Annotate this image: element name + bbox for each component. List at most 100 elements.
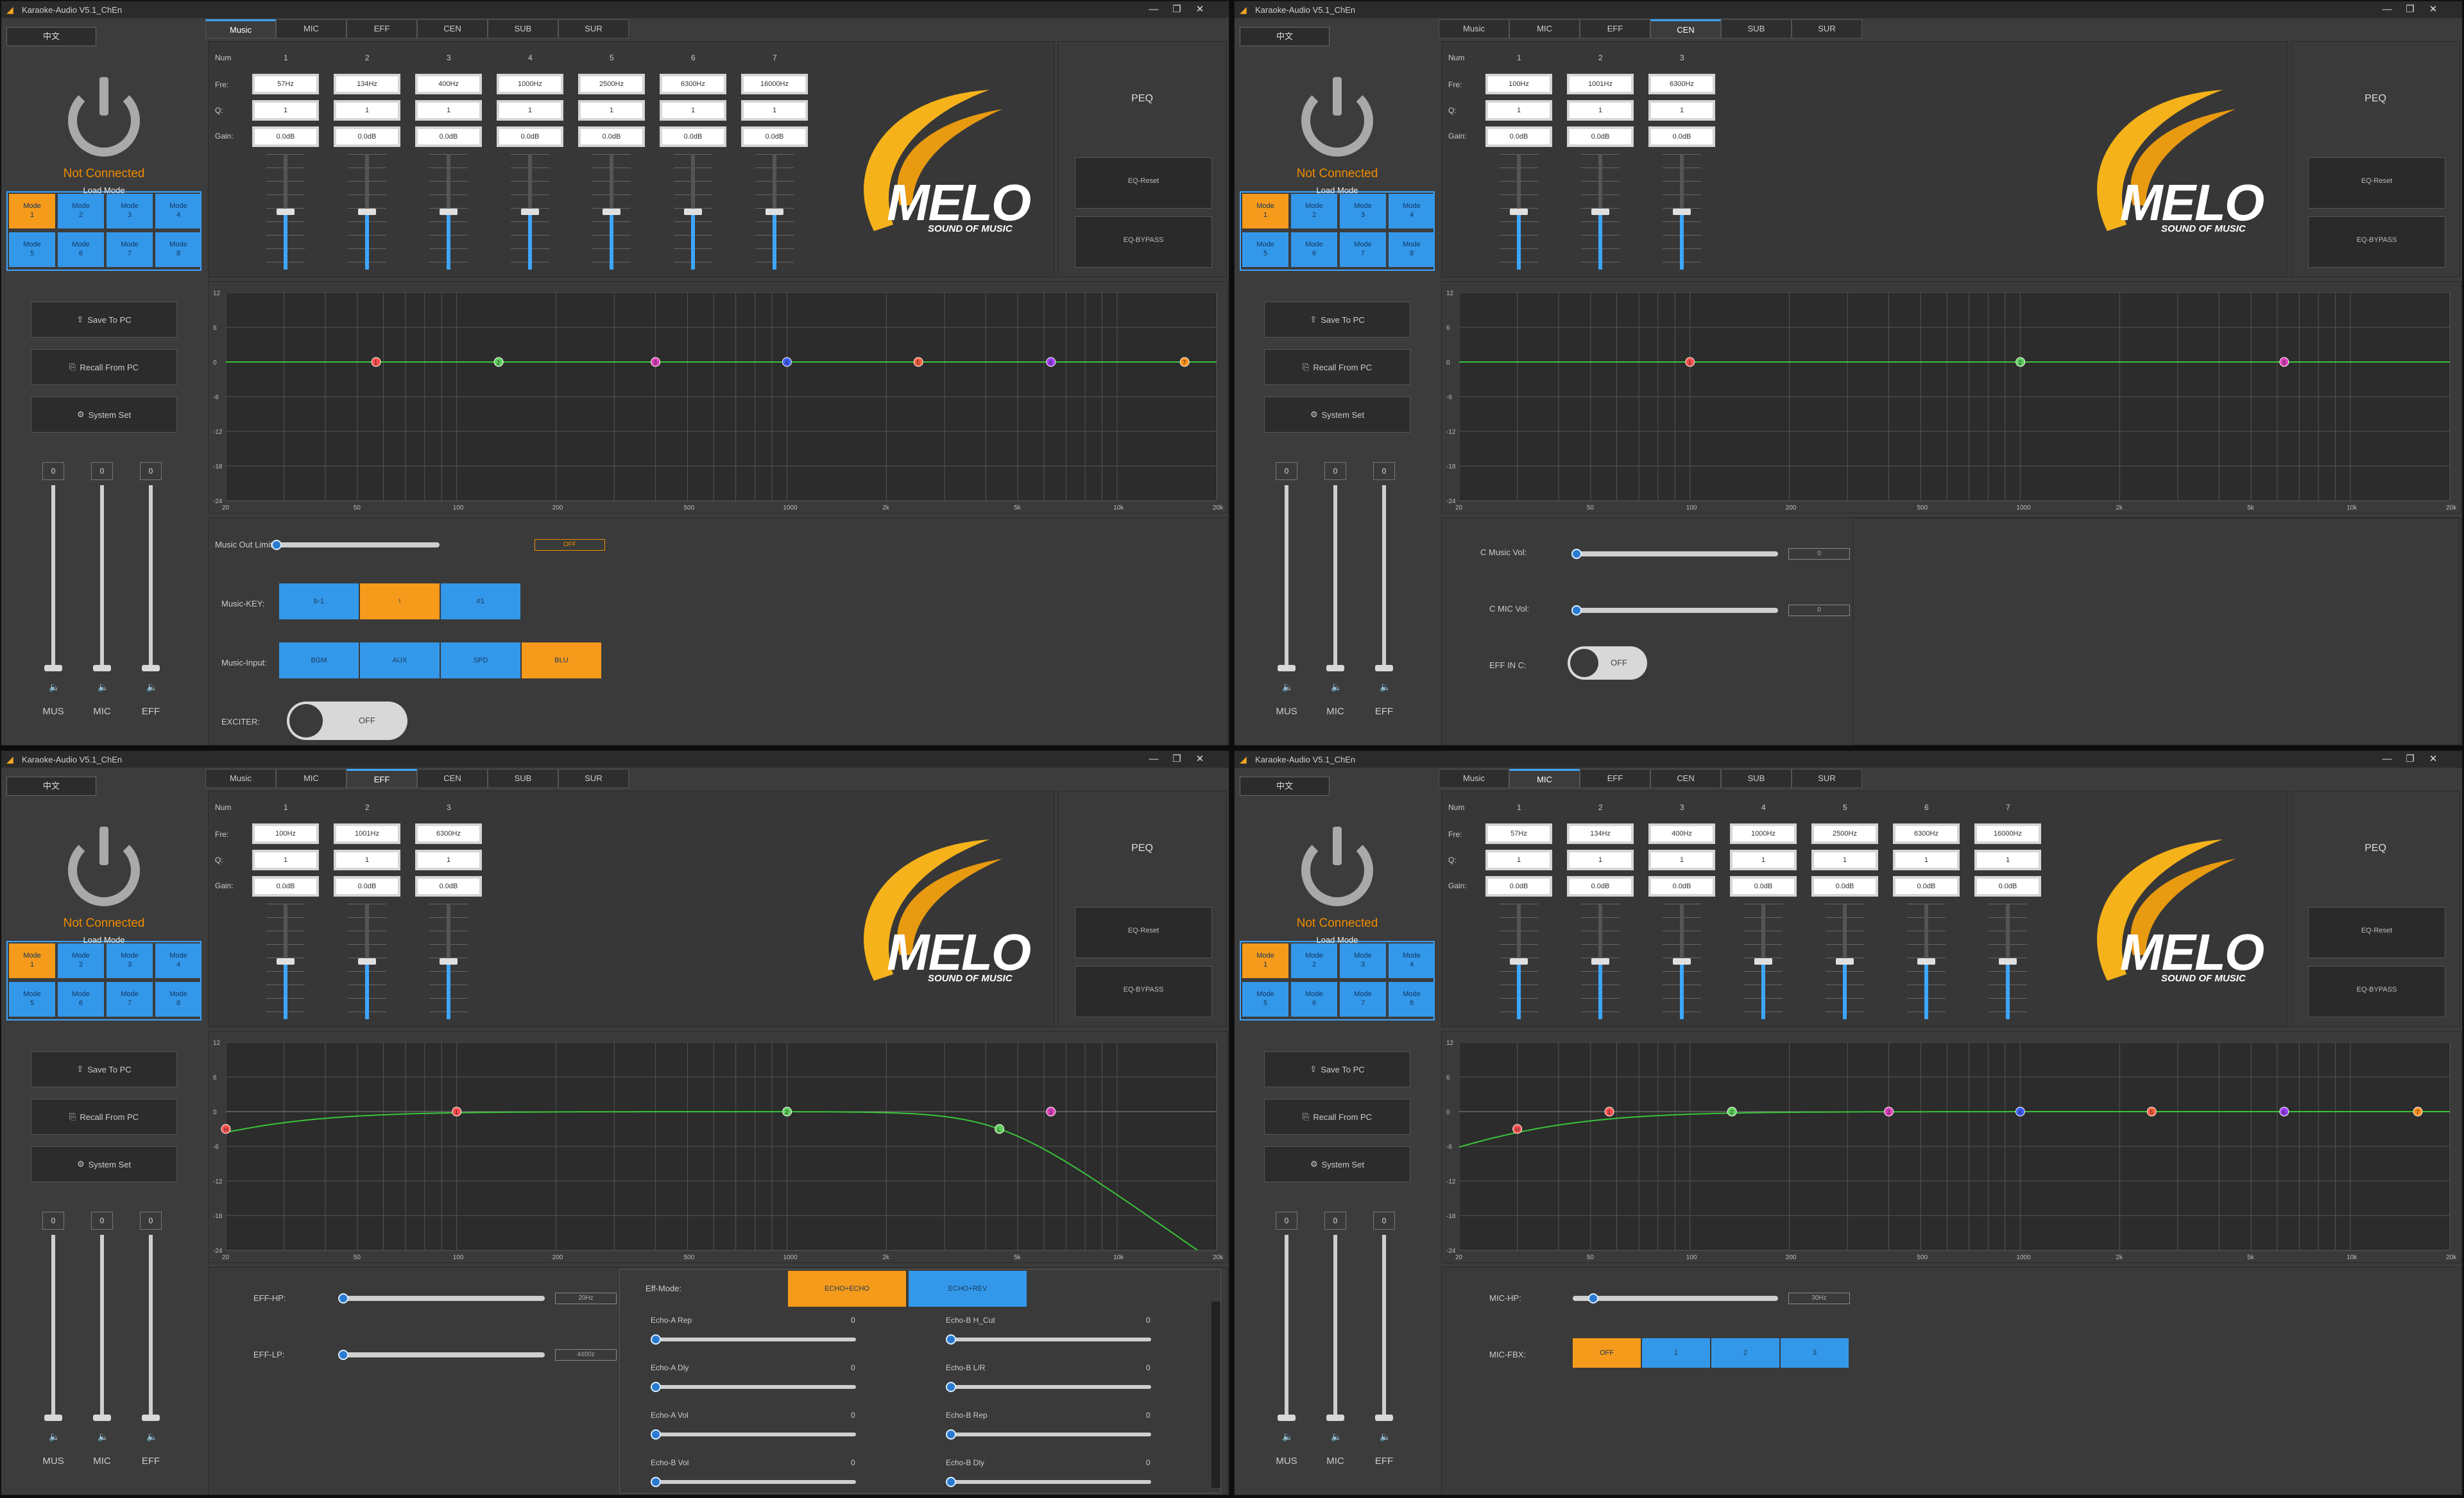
volume-thumb-mus[interactable] (44, 1415, 62, 1421)
eff-lp-slider-knob[interactable] (338, 1350, 348, 1360)
band-2-gain-thumb[interactable] (358, 209, 376, 215)
tab-eff[interactable]: EFF (346, 769, 417, 788)
mode-button-5[interactable]: Mode 5 (1242, 982, 1288, 1017)
echo-slider-track-3[interactable] (948, 1385, 1151, 1389)
tab-sub[interactable]: SUB (1721, 19, 1792, 39)
minimize-button[interactable]: — (2376, 751, 2398, 768)
tab-sur[interactable]: SUR (558, 19, 629, 39)
mode-button-6[interactable]: Mode 6 (58, 232, 104, 267)
echo-scrollbar[interactable] (1211, 1302, 1220, 1488)
eq-reset-button[interactable]: EQ-Reset (1075, 907, 1212, 958)
speaker-icon[interactable]: 🔈 (1380, 682, 1390, 693)
echo-slider-knob-1[interactable] (946, 1334, 956, 1345)
band-1-gain-input[interactable]: 0.0dB (252, 126, 319, 147)
mode-button-7[interactable]: Mode 7 (107, 982, 153, 1017)
eq-reset-button[interactable]: EQ-Reset (2308, 157, 2445, 209)
volume-value-mic[interactable]: 0 (1324, 462, 1346, 480)
restore-button[interactable]: ❐ (1166, 751, 1188, 768)
band-2-q-input[interactable]: 1 (334, 100, 400, 121)
volume-track-mus[interactable] (51, 1235, 55, 1415)
band-3-q-input[interactable]: 1 (1648, 850, 1715, 870)
volume-value-mus[interactable]: 0 (1276, 1212, 1297, 1230)
music-key-button-1[interactable]: ♮ (360, 583, 440, 619)
volume-track-eff[interactable] (149, 1235, 153, 1415)
mode-button-5[interactable]: Mode 5 (9, 232, 55, 267)
mode-button-8[interactable]: Mode 8 (1389, 982, 1435, 1017)
tab-sur[interactable]: SUR (1792, 769, 1862, 788)
band-6-gain-input[interactable]: 0.0dB (1893, 876, 1960, 897)
system-set-button[interactable]: ⚙ System Set (31, 1146, 177, 1182)
band-6-q-input[interactable]: 1 (1893, 850, 1960, 870)
band-5-gain-input[interactable]: 0.0dB (578, 126, 645, 147)
speaker-icon[interactable]: 🔈 (1331, 682, 1342, 693)
band-5-q-input[interactable]: 1 (578, 100, 645, 121)
mode-button-6[interactable]: Mode 6 (1291, 232, 1337, 267)
mic-fbx-button-2[interactable]: 2 (1711, 1338, 1779, 1368)
eff-hp-slider-knob[interactable] (338, 1293, 348, 1304)
eq-bypass-button[interactable]: EQ-BYPASS (1075, 216, 1212, 268)
mic-hp-slider-track[interactable] (1573, 1296, 1778, 1301)
mode-button-2[interactable]: Mode 2 (1291, 194, 1337, 228)
recall-from-pc-button[interactable]: ⎘ Recall From PC (31, 1099, 177, 1135)
mode-button-4[interactable]: Mode 4 (1389, 943, 1435, 978)
band-1-freq-input[interactable]: 100Hz (252, 823, 319, 844)
tab-music[interactable]: Music (1439, 769, 1509, 788)
eff-lp-slider-track[interactable] (339, 1352, 545, 1357)
tab-cen[interactable]: CEN (1650, 769, 1721, 788)
volume-track-mus[interactable] (1285, 485, 1288, 665)
volume-thumb-mus[interactable] (1278, 1415, 1296, 1421)
music-out-limit-slider-value[interactable]: OFF (535, 539, 605, 551)
eq-bypass-button[interactable]: EQ-BYPASS (2308, 216, 2445, 268)
restore-button[interactable]: ❐ (1166, 1, 1188, 18)
tab-cen[interactable]: CEN (417, 769, 488, 788)
band-4-gain-thumb[interactable] (521, 209, 539, 215)
tab-sub[interactable]: SUB (488, 19, 558, 39)
tab-cen[interactable]: CEN (1650, 19, 1721, 39)
volume-track-eff[interactable] (149, 485, 153, 665)
volume-thumb-eff[interactable] (142, 665, 160, 671)
speaker-icon[interactable]: 🔈 (1282, 682, 1293, 693)
music-key-button-2[interactable]: #1 (441, 583, 520, 619)
band-3-gain-thumb[interactable] (1673, 958, 1691, 965)
volume-thumb-mus[interactable] (1278, 665, 1296, 671)
eff-mode-button-0[interactable]: ECHO+ECHO (788, 1271, 906, 1307)
band-3-gain-input[interactable]: 0.0dB (1648, 876, 1715, 897)
band-5-gain-input[interactable]: 0.0dB (1811, 876, 1878, 897)
echo-slider-knob-3[interactable] (946, 1382, 956, 1392)
mic-fbx-button-3[interactable]: 3 (1781, 1338, 1849, 1368)
volume-thumb-eff[interactable] (1375, 665, 1393, 671)
system-set-button[interactable]: ⚙ System Set (31, 397, 177, 433)
band-4-freq-input[interactable]: 1000Hz (497, 74, 563, 94)
band-4-gain-input[interactable]: 0.0dB (1730, 876, 1797, 897)
band-2-gain-thumb[interactable] (358, 958, 376, 965)
tab-sub[interactable]: SUB (488, 769, 558, 788)
volume-track-mus[interactable] (51, 485, 55, 665)
band-3-gain-thumb[interactable] (440, 958, 458, 965)
echo-slider-knob-5[interactable] (946, 1429, 956, 1440)
band-6-gain-thumb[interactable] (1917, 958, 1935, 965)
c-music-vol-slider-knob[interactable] (1571, 549, 1582, 559)
volume-value-eff[interactable]: 0 (140, 462, 162, 480)
tab-music[interactable]: Music (205, 769, 276, 788)
band-3-freq-input[interactable]: 400Hz (1648, 823, 1715, 844)
speaker-icon[interactable]: 🔈 (146, 1431, 157, 1442)
band-4-gain-thumb[interactable] (1754, 958, 1772, 965)
volume-value-mus[interactable]: 0 (42, 1212, 64, 1230)
minimize-button[interactable]: — (1143, 751, 1165, 768)
mic-fbx-button-0[interactable]: OFF (1573, 1338, 1641, 1368)
band-5-freq-input[interactable]: 2500Hz (1811, 823, 1878, 844)
volume-thumb-mic[interactable] (93, 665, 111, 671)
tab-eff[interactable]: EFF (1580, 19, 1650, 39)
mode-button-7[interactable]: Mode 7 (107, 232, 153, 267)
music-key-button-0[interactable]: b-1 (279, 583, 359, 619)
band-7-freq-input[interactable]: 16000Hz (1974, 823, 2041, 844)
close-button[interactable]: ✕ (1189, 1, 1211, 18)
volume-track-mus[interactable] (1285, 1235, 1288, 1415)
mode-button-4[interactable]: Mode 4 (1389, 194, 1435, 228)
eff-in-c-toggle[interactable]: OFF (1568, 646, 1647, 680)
echo-slider-knob-2[interactable] (651, 1382, 661, 1392)
echo-slider-knob-0[interactable] (651, 1334, 661, 1345)
band-1-q-input[interactable]: 1 (1485, 850, 1552, 870)
mode-button-5[interactable]: Mode 5 (9, 982, 55, 1017)
speaker-icon[interactable]: 🔈 (1380, 1431, 1390, 1442)
